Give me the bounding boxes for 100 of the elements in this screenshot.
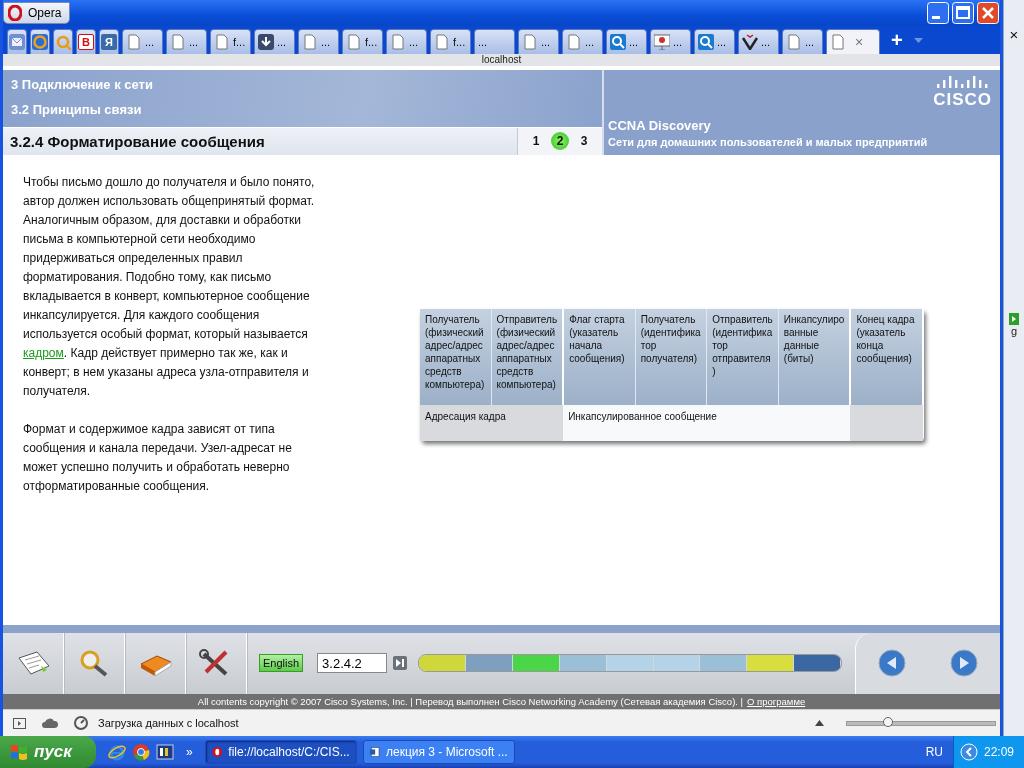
maximize-icon[interactable]	[952, 1, 974, 24]
browser-tab[interactable]: ...	[166, 28, 207, 54]
browser-tab[interactable]	[30, 28, 50, 54]
browser-tab[interactable]: ...	[122, 28, 163, 54]
header-cell: Получатель (физический адрес/адрес аппаратных средств компьютера)	[420, 308, 492, 405]
taskbar-button[interactable]: file://localhost/C:/CIS...	[204, 740, 357, 764]
close-icon[interactable]	[977, 1, 999, 24]
product-title: CCNA Discovery	[608, 117, 712, 133]
header-cell: Инкапсулиро ванные данные (биты)	[778, 308, 851, 405]
page-icon	[522, 33, 538, 50]
browser-tab[interactable]: ...	[254, 28, 295, 54]
browser-tab[interactable]: ...	[298, 28, 339, 54]
page-icon	[566, 33, 582, 50]
browser-tab[interactable]	[53, 28, 73, 54]
media-icon[interactable]	[156, 743, 174, 761]
product-subtitle: Сети для домашних пользователей и малых предприятий	[608, 135, 929, 148]
speedometer-icon[interactable]	[74, 716, 88, 731]
chevron-icon[interactable]	[959, 743, 978, 761]
page-icon	[390, 33, 406, 50]
chrome-icon[interactable]	[132, 743, 150, 761]
page-field[interactable]: 3.2.4.2	[317, 653, 388, 674]
up-arrow-icon[interactable]	[815, 720, 824, 727]
page-icon	[434, 33, 450, 50]
close-button[interactable]: ×	[1009, 26, 1019, 43]
back-button-icon[interactable]	[878, 649, 907, 678]
status-text: Загрузка данных с localhost	[98, 717, 239, 730]
slider-thumb[interactable]	[883, 716, 894, 727]
opera-logo-icon	[8, 4, 22, 21]
panel-icon[interactable]	[13, 717, 26, 729]
page-number[interactable]: 2	[551, 132, 569, 151]
browser-tab[interactable]: f...	[430, 28, 471, 54]
minimize-icon[interactable]	[927, 1, 949, 24]
start-button[interactable]: пуск	[0, 736, 96, 768]
close-tab-button[interactable]: ×	[855, 33, 864, 50]
browser-tab[interactable]: ...	[474, 28, 515, 54]
windows-flag-icon	[10, 744, 28, 760]
more-button[interactable]: »	[186, 745, 193, 759]
page-icon	[126, 33, 142, 50]
presentation-icon	[654, 33, 670, 50]
chapter-title: 3 Подключение к сети	[10, 75, 154, 94]
table-cell: Адресация кадра	[420, 404, 564, 441]
browser-tab[interactable]: Я	[99, 28, 119, 54]
cloud-icon[interactable]	[42, 718, 58, 729]
browser-tab[interactable]: ×	[826, 28, 880, 54]
browser-tab[interactable]: f...	[342, 28, 383, 54]
ring-icon	[55, 33, 71, 50]
browser-tab[interactable]: ...	[518, 28, 559, 54]
paragraph: Формат и содержимое кадра зависят от типа сообщения и канала передачи. Узел-адресат не может успешно получить и обработать неверно отформатированные сообщения.	[23, 420, 293, 495]
label-text: g	[1010, 325, 1018, 337]
browser-tab[interactable]: ...	[562, 28, 603, 54]
document-icon	[369, 744, 380, 760]
browser-tab[interactable]: ...	[782, 28, 823, 54]
browser-tab[interactable]: ...	[694, 28, 735, 54]
browser-tab[interactable]: ...	[606, 28, 647, 54]
header-cell: Получатель (идентифика тор получателя)	[635, 308, 707, 405]
taskbar-button[interactable]: лекция 3 - Microsoft ...	[362, 740, 515, 764]
copyright-text: All contents copyright © 2007 Cisco Systems, Inc. | Перевод выполнен Cisco Networking Academy (Сетевая академия Cisco). |	[197, 695, 744, 710]
page-icon	[170, 33, 186, 50]
section-title: 3.2 Принципы связи	[10, 100, 143, 119]
browser-e-icon[interactable]	[108, 743, 126, 761]
ring-icon	[32, 33, 48, 50]
search-icon	[698, 33, 714, 50]
about-link[interactable]: О программе	[747, 694, 806, 710]
header-cell: Отправитель (физический адрес/адрес аппаратных средств компьютера)	[491, 308, 564, 405]
page-icon	[302, 33, 318, 50]
opera-logo-icon	[211, 744, 223, 760]
page-icon	[346, 33, 362, 50]
header-cell: Конец кадра (указатель конца сообщения)	[850, 308, 923, 405]
go-icon[interactable]	[393, 656, 408, 671]
logo-text: CISCO	[933, 89, 992, 110]
page-number[interactable]: 1	[527, 132, 545, 151]
mail-icon	[9, 33, 25, 50]
link[interactable]: кадром	[23, 345, 64, 360]
download-icon	[258, 33, 274, 50]
progress-segment[interactable]	[794, 655, 842, 672]
table-cell: Инкапсулированное сообщение	[563, 404, 851, 441]
page-icon	[214, 33, 230, 50]
language-button[interactable]: English	[259, 654, 304, 673]
header-cell: Флаг старта (указатель начала сообщения)	[563, 308, 636, 405]
page-icon	[786, 33, 802, 50]
zoom-slider[interactable]	[846, 720, 996, 726]
browser-tab[interactable]: ...	[650, 28, 691, 54]
v-icon	[742, 33, 758, 50]
forward-button-icon[interactable]	[950, 649, 978, 678]
new-tab-button[interactable]: +	[891, 28, 903, 51]
search-icon	[610, 33, 626, 50]
dropdown-icon[interactable]	[913, 37, 923, 44]
header-cell: Отправитель (идентифика тор отправителя )	[706, 308, 779, 405]
page-number[interactable]: 3	[575, 132, 593, 151]
menu-button[interactable]: Opera	[3, 1, 71, 24]
language-indicator[interactable]: RU	[925, 745, 943, 759]
browser-tab[interactable]: В	[76, 28, 96, 54]
play-icon	[1009, 313, 1019, 325]
browser-tab[interactable]	[7, 28, 27, 54]
browser-tab[interactable]: f...	[210, 28, 251, 54]
browser-tab[interactable]: ...	[738, 28, 779, 54]
page-icon	[830, 33, 846, 50]
paragraph: Чтобы письмо дошло до получателя и было понято, автор должен использовать общепринятый формат. Аналогичным образом, для доставки и обработки письма в компьютерной сети необходимо придерживаться определенных правил форматирования. Подобно тому, как письмо вкладывается в конверт, компьютерное сообщение инкапсулируется. Для каждого сообщения используется особый формат, который называется кадром. Кадр действует примерно так же, как и конверт; в нем указаны адреса узла-отправителя и получателя.	[23, 173, 316, 400]
browser-tab[interactable]: ...	[386, 28, 427, 54]
clock-text: 22:09	[983, 745, 1014, 759]
